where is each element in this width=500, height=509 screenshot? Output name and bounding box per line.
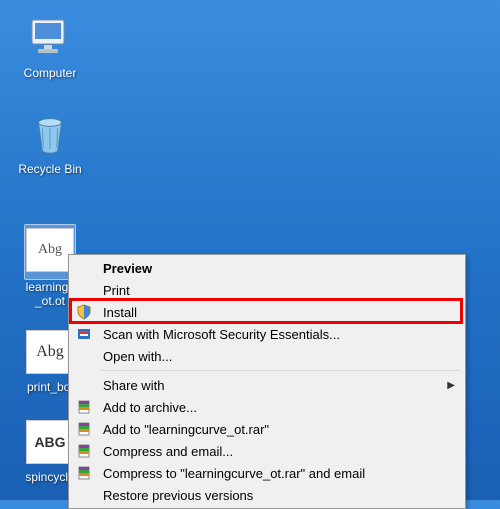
context-menu: Preview Print Install Scan with Microsof… bbox=[68, 254, 466, 509]
menu-install[interactable]: Install bbox=[71, 301, 463, 323]
menu-compress-named-email[interactable]: Compress to "learningcurve_ot.rar" and e… bbox=[71, 462, 463, 484]
rar-icon bbox=[76, 465, 92, 481]
menu-add-archive[interactable]: Add to archive... bbox=[71, 396, 463, 418]
menu-label: Install bbox=[103, 305, 137, 320]
shield-icon bbox=[76, 304, 92, 320]
menu-label: Share with bbox=[103, 378, 164, 393]
menu-compress-email[interactable]: Compress and email... bbox=[71, 440, 463, 462]
menu-restore-previous[interactable]: Restore previous versions bbox=[71, 484, 463, 506]
recyclebin-icon bbox=[26, 110, 74, 158]
menu-label: Add to archive... bbox=[103, 400, 197, 415]
rar-icon bbox=[76, 399, 92, 415]
menu-print[interactable]: Print bbox=[71, 279, 463, 301]
menu-label: Print bbox=[103, 283, 130, 298]
font-file-icon: Abg bbox=[26, 226, 74, 274]
font-file-icon: ABG bbox=[26, 418, 74, 466]
rar-icon bbox=[76, 443, 92, 459]
font-sample: Abg bbox=[26, 228, 74, 272]
font-file-icon: Abg bbox=[26, 328, 74, 376]
menu-label: Preview bbox=[103, 261, 152, 276]
desktop-icon-computer[interactable]: Computer bbox=[12, 14, 88, 80]
menu-label: Add to "learningcurve_ot.rar" bbox=[103, 422, 269, 437]
menu-share-with[interactable]: Share with ▶ bbox=[71, 374, 463, 396]
rar-icon bbox=[76, 421, 92, 437]
desktop-icon-label: Recycle Bin bbox=[12, 162, 88, 176]
submenu-arrow-icon: ▶ bbox=[447, 380, 455, 391]
msse-icon bbox=[76, 326, 92, 342]
menu-scan[interactable]: Scan with Microsoft Security Essentials.… bbox=[71, 323, 463, 345]
menu-label: Compress and email... bbox=[103, 444, 233, 459]
desktop-icon-label: Computer bbox=[12, 66, 88, 80]
menu-label: Scan with Microsoft Security Essentials.… bbox=[103, 327, 340, 342]
menu-open-with[interactable]: Open with... bbox=[71, 345, 463, 367]
menu-add-named[interactable]: Add to "learningcurve_ot.rar" bbox=[71, 418, 463, 440]
menu-label: Compress to "learningcurve_ot.rar" and e… bbox=[103, 466, 365, 481]
font-sample: ABG bbox=[26, 420, 74, 464]
menu-label: Open with... bbox=[103, 349, 172, 364]
menu-preview[interactable]: Preview bbox=[71, 257, 463, 279]
menu-separator bbox=[101, 370, 461, 371]
computer-icon bbox=[26, 14, 74, 62]
menu-label: Restore previous versions bbox=[103, 488, 253, 503]
font-sample: Abg bbox=[26, 330, 74, 374]
desktop-icon-recyclebin[interactable]: Recycle Bin bbox=[12, 110, 88, 176]
